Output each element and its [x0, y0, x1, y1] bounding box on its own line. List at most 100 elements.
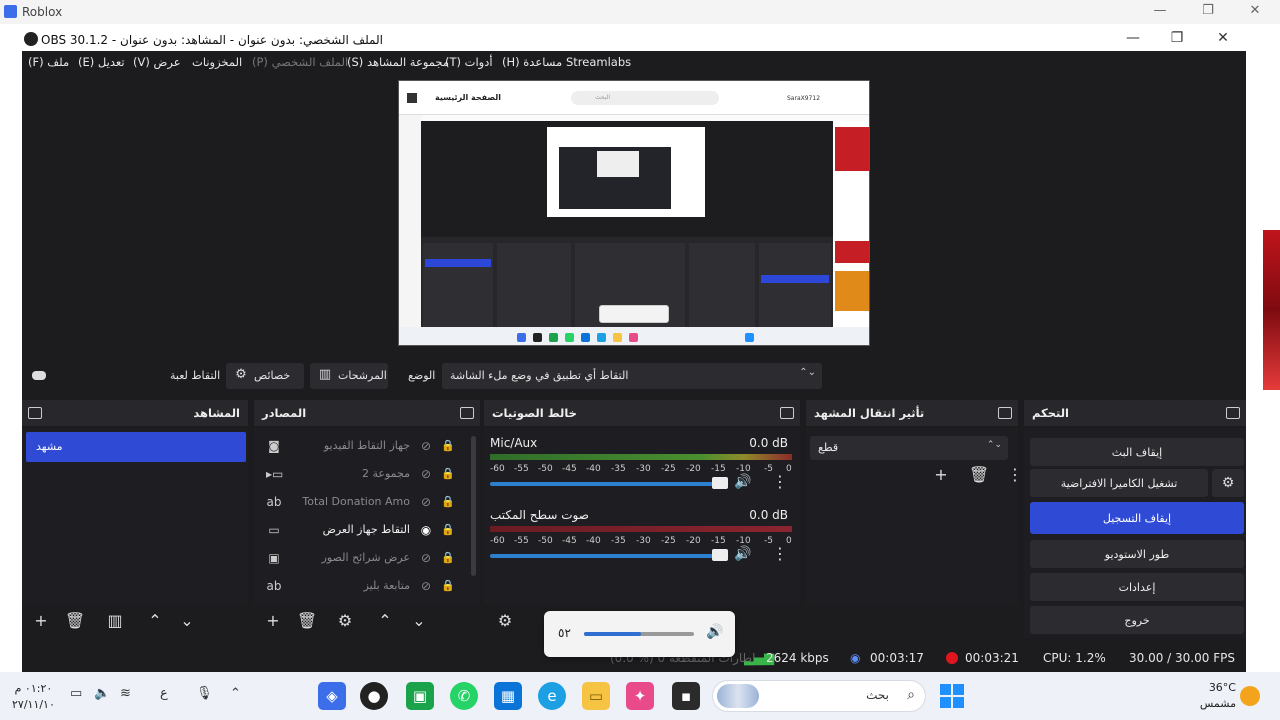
remove-scene-icon[interactable]: 🗑 [64, 610, 86, 632]
tray-overflow-icon[interactable]: ⌃ [230, 686, 241, 701]
speaker-icon[interactable]: 🔊 [734, 474, 751, 490]
source-item[interactable]: ▣ عرض شرائح الصور ⊘ 🔒 [260, 544, 458, 572]
undock-icon[interactable] [460, 407, 474, 419]
whatsapp-icon[interactable]: ✆ [450, 682, 478, 710]
remove-transition-icon[interactable]: 🗑 [968, 464, 990, 486]
source-properties-icon[interactable]: ⚙ [334, 610, 356, 632]
menu-help[interactable]: (H) مساعدة [502, 55, 562, 69]
copilot-icon[interactable]: ✦ [626, 682, 654, 710]
volume-slider[interactable] [584, 632, 694, 636]
menu-scene-collection[interactable]: (S) مجموعة المشاهد [347, 55, 449, 69]
preview-taskbar-icon [629, 333, 638, 342]
obs-minimize-icon[interactable]: — [1121, 30, 1145, 46]
menu-tools[interactable]: (T) أدوات [445, 55, 493, 69]
virtual-camera-settings-icon[interactable]: ⚙ [1212, 469, 1244, 497]
undock-icon[interactable] [998, 407, 1012, 419]
menu-docks[interactable]: المخزونات [192, 55, 242, 69]
hidden-eye-icon[interactable]: ⊘ [418, 438, 434, 454]
microphone-icon[interactable]: 🎙 [196, 686, 213, 701]
minimize-icon[interactable]: — [1150, 3, 1170, 18]
start-button[interactable] [940, 684, 964, 708]
eye-icon[interactable]: ◉ [418, 522, 434, 538]
menu-profile[interactable]: (P) الملف الشخصي [252, 55, 348, 69]
speaker-icon[interactable]: 🔊 [706, 624, 723, 640]
menu-streamlabs[interactable]: Streamlabs [566, 55, 631, 69]
preview-taskbar-icon [597, 333, 606, 342]
properties-button[interactable]: ⚙ خصائص [226, 363, 304, 389]
obs-close-icon[interactable]: ✕ [1211, 30, 1235, 46]
virtual-camera-button[interactable]: تشغيل الكاميرا الافتراضية [1030, 469, 1208, 497]
preview-volume-flyout [599, 305, 669, 323]
menu-view[interactable]: (V) عرض [133, 55, 181, 69]
lock-icon[interactable]: 🔒 [440, 578, 456, 594]
lock-icon[interactable]: 🔒 [440, 466, 456, 482]
taskbar-clock[interactable]: ٠١:٢٠ م ٢٧/١١/١٠ [12, 681, 55, 713]
exit-button[interactable]: خروج [1030, 606, 1244, 634]
source-item[interactable]: ab متابعة بليز ⊘ 🔒 [260, 572, 458, 600]
stop-recording-button[interactable]: إيقاف التسجيل [1030, 502, 1244, 534]
more-options-icon[interactable]: ⋮ [1004, 464, 1026, 486]
transition-select[interactable]: قطع ⌃⌄ [810, 436, 1008, 460]
close-icon[interactable]: ✕ [1245, 3, 1265, 18]
remove-source-icon[interactable]: 🗑 [296, 610, 318, 632]
settings-button[interactable]: إعدادات [1030, 573, 1244, 601]
lock-icon[interactable]: 🔒 [440, 438, 456, 454]
scene-item[interactable]: مشهد [26, 432, 246, 462]
app-taskbar-icon[interactable]: ▣ [406, 682, 434, 710]
lock-icon[interactable]: 🔒 [440, 522, 456, 538]
language-indicator[interactable]: ع [160, 686, 168, 701]
hidden-eye-icon[interactable]: ⊘ [418, 578, 434, 594]
source-item[interactable]: ◙ جهاز التقاط الفيديو ⊘ 🔒 [260, 432, 458, 460]
weather-widget[interactable]: 36°C مشمس [1196, 680, 1236, 712]
move-up-icon[interactable]: ⌃ [374, 610, 396, 632]
hidden-eye-icon[interactable]: ⊘ [418, 494, 434, 510]
obs-maximize-icon[interactable]: ❐ [1165, 30, 1189, 46]
add-transition-icon[interactable]: + [930, 464, 952, 486]
move-up-icon[interactable]: ⌃ [144, 610, 166, 632]
more-options-icon[interactable]: ⋮ [772, 472, 788, 491]
more-options-icon[interactable]: ⋮ [772, 544, 788, 563]
stop-stream-button[interactable]: إيقاف البث [1030, 438, 1244, 466]
move-down-icon[interactable]: ⌄ [408, 610, 430, 632]
hidden-eye-icon[interactable]: ⊘ [418, 550, 434, 566]
maximize-icon[interactable]: ❐ [1198, 3, 1218, 18]
hidden-eye-icon[interactable]: ⊘ [418, 466, 434, 482]
fader-knob[interactable] [712, 477, 728, 489]
lock-icon[interactable]: 🔒 [440, 494, 456, 510]
volume-tray-icon[interactable]: 🔈 [94, 686, 110, 701]
preview-canvas[interactable]: الصفحة الرئيسية البحث SaraX9712 [22, 73, 1246, 363]
menu-file[interactable]: (F) ملف [28, 55, 69, 69]
studio-mode-button[interactable]: طور الاستوديو [1030, 540, 1244, 568]
source-item[interactable]: ▭ التقاط جهاز العرض ◉ 🔒 [260, 516, 458, 544]
sources-scrollbar[interactable] [471, 436, 476, 576]
move-down-icon[interactable]: ⌄ [176, 610, 198, 632]
fader-knob[interactable] [712, 549, 728, 561]
file-explorer-icon[interactable]: ▭ [582, 682, 610, 710]
add-scene-icon[interactable]: + [30, 610, 52, 632]
taskbar-search[interactable]: بحث ⌕ [712, 680, 926, 712]
scene-filters-icon[interactable]: ▥ [104, 610, 126, 632]
add-source-icon[interactable]: + [262, 610, 284, 632]
source-item[interactable]: ▸▭ مجموعة 2 ⊘ 🔒 [260, 460, 458, 488]
speaker-icon[interactable]: 🔊 [734, 546, 751, 562]
volume-fader[interactable] [490, 482, 720, 486]
volume-fader[interactable] [490, 554, 720, 558]
undock-icon[interactable] [28, 407, 42, 419]
filters-button[interactable]: ▥ المرشحات [310, 363, 388, 389]
lock-icon[interactable]: 🔒 [440, 550, 456, 566]
menu-edit[interactable]: (E) تعديل [78, 55, 125, 69]
capture-mode-select[interactable]: التقاط أي تطبيق في وضع ملء الشاشة ⌃⌄ [442, 363, 822, 389]
store-icon[interactable]: ▦ [494, 682, 522, 710]
volume-meter [490, 454, 792, 460]
edge-icon[interactable]: e [538, 682, 566, 710]
terminal-icon[interactable]: ▪ [672, 682, 700, 710]
obs-taskbar-icon[interactable]: ● [360, 682, 388, 710]
advanced-audio-icon[interactable]: ⚙ [494, 610, 516, 632]
battery-icon[interactable]: ▭ [70, 686, 82, 701]
undock-icon[interactable] [1226, 407, 1240, 419]
roblox-taskbar-icon[interactable]: ◈ [318, 682, 346, 710]
search-highlight-art [717, 684, 759, 708]
wifi-icon[interactable]: ≋ [120, 686, 131, 701]
undock-icon[interactable] [780, 407, 794, 419]
source-item[interactable]: ab Total Donation Amo ⊘ 🔒 [260, 488, 458, 516]
